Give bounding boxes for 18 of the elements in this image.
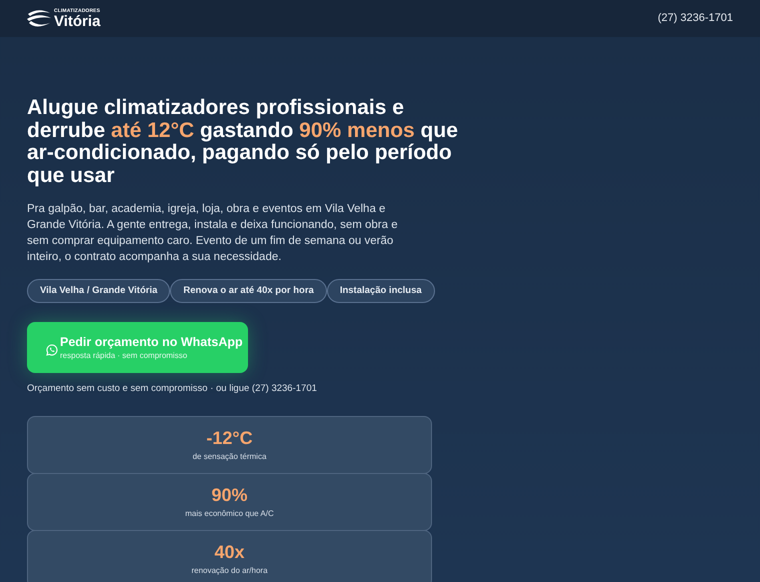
phone-number[interactable]: (27) 3236-1701 bbox=[658, 10, 733, 27]
whatsapp-icon bbox=[46, 344, 58, 356]
button-title: Pedir orçamento no WhatsApp bbox=[60, 334, 243, 350]
stat-label: de sensação térmica bbox=[192, 451, 266, 464]
feature-tag: Instalação inclusa bbox=[326, 279, 435, 303]
stat-label: renovação do ar/hora bbox=[191, 565, 268, 578]
button-subtitle: resposta rápida · sem compromisso bbox=[60, 350, 188, 362]
contact-note: Orçamento sem custo e sem compromisso · ou ligue (27) 3236-1701 bbox=[27, 382, 317, 396]
stat-value: -12°C bbox=[206, 427, 253, 450]
logo-icon bbox=[26, 8, 52, 30]
stat-label: mais econômico que A/C bbox=[185, 508, 274, 520]
feature-tag: Renova o ar até 40x por hora bbox=[170, 279, 327, 303]
stat-value: 90% bbox=[211, 484, 248, 506]
stat-value: 40x bbox=[214, 541, 245, 564]
logo-name: Vitória bbox=[54, 14, 100, 28]
feature-tag: Vila Velha / Grande Vitória bbox=[27, 279, 170, 303]
headline: Alugue climatizadores profissionais e derrube até 12°C gastando 90% menos que ar-condicionado, pagando só pelo período que usar bbox=[27, 97, 459, 187]
description: Pra galpão, bar, academia, igreja, loja, obra e eventos em Vila Velha e Grande Vitória. A gente entrega, instala e deixa funcionando, sem obra e sem comprar equipamento caro. Evento de um fim de semana ou verão inteiro, o contrato acompanha a sua necessidade. bbox=[27, 202, 399, 265]
